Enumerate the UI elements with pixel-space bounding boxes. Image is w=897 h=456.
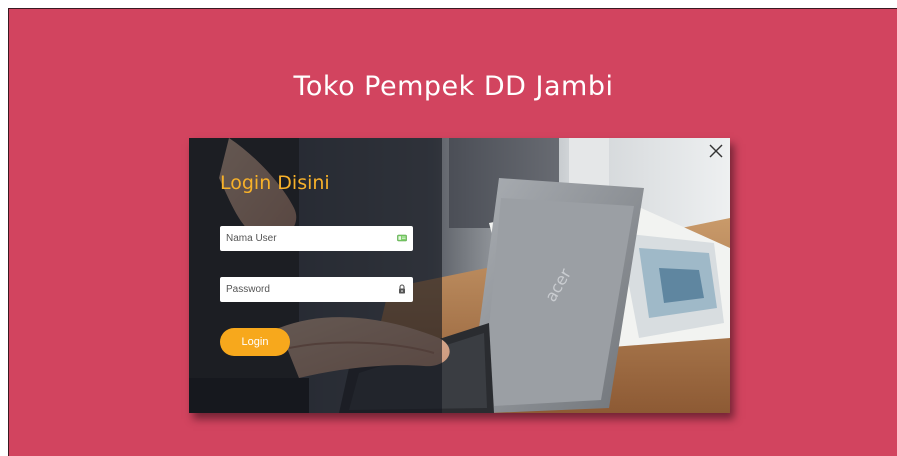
username-input[interactable] [220, 226, 391, 251]
password-field-wrapper [220, 277, 413, 302]
close-button[interactable] [708, 143, 724, 159]
lock-icon [397, 284, 407, 294]
login-heading: Login Disini [220, 172, 330, 194]
login-modal: acer Login Disini Nama User Login [189, 138, 730, 413]
page-background: Toko Pempek DD Jambi acer Login Disini N… [8, 8, 897, 456]
id-card-icon [397, 233, 407, 243]
password-input[interactable] [220, 277, 391, 302]
login-form-panel: Login Disini Nama User Login [189, 138, 442, 413]
page-title: Toko Pempek DD Jambi [293, 71, 614, 102]
login-button[interactable]: Login [220, 328, 290, 356]
username-field-wrapper [220, 226, 413, 251]
close-icon [709, 144, 723, 158]
